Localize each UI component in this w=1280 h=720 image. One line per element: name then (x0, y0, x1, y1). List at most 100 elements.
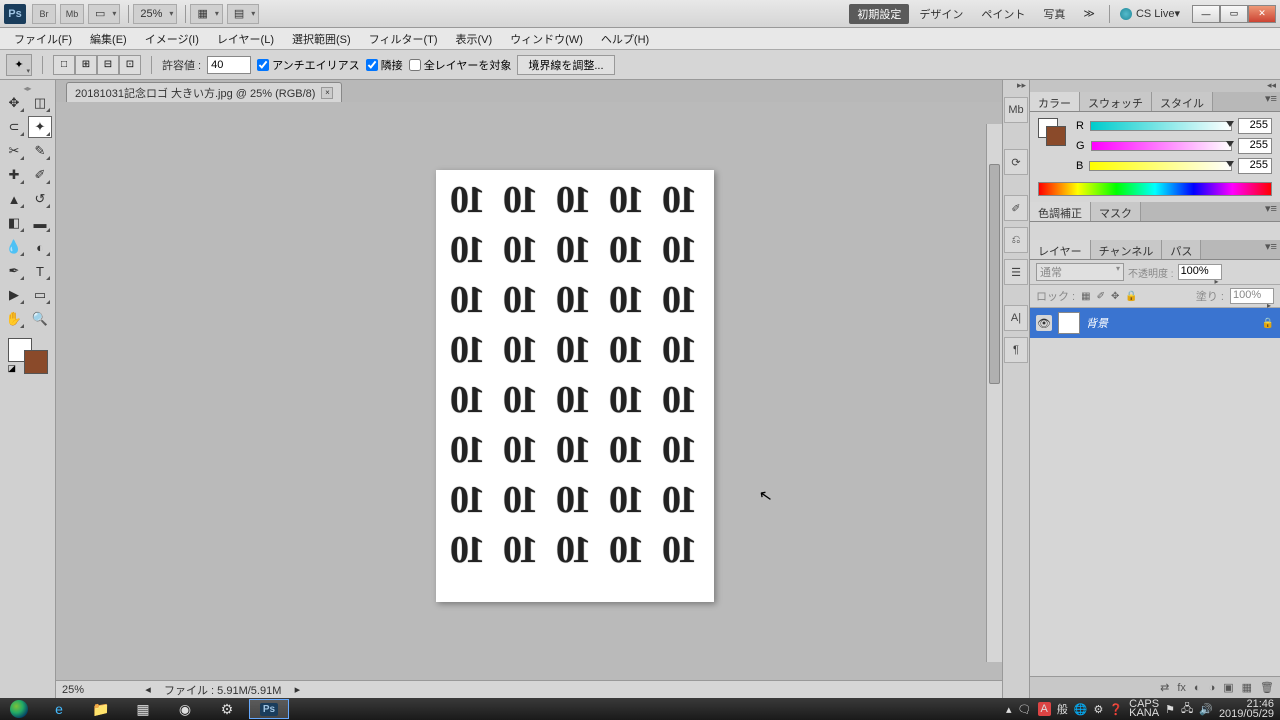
lock-pixels-icon[interactable]: ▦ (1081, 291, 1090, 302)
tab-styles[interactable]: スタイル (1152, 92, 1213, 111)
zoom-tool[interactable]: 🔍 (28, 308, 52, 330)
healing-tool[interactable]: ✚ (2, 164, 26, 186)
toolbox-grip[interactable]: ◂▸ (2, 84, 53, 92)
tab-swatches[interactable]: スウォッチ (1080, 92, 1152, 111)
minimize-button[interactable]: — (1192, 5, 1220, 23)
minibridge-panel-icon[interactable]: Mb (1004, 97, 1028, 123)
clone-panel-icon[interactable]: ⎌ (1004, 227, 1028, 253)
workspace-photo[interactable]: 写真 (1035, 4, 1073, 24)
r-slider[interactable] (1090, 121, 1232, 131)
history-brush-tool[interactable]: ↺ (28, 188, 52, 210)
tab-color[interactable]: カラー (1030, 92, 1080, 111)
brushpreset-panel-icon[interactable]: ☰ (1004, 259, 1028, 285)
close-button[interactable]: ✕ (1248, 5, 1276, 23)
maximize-button[interactable]: ▭ (1220, 5, 1248, 23)
tray-sound-icon[interactable]: 🔊 (1199, 703, 1213, 716)
selection-add[interactable]: ⊞ (75, 55, 97, 75)
tray-flag-icon[interactable]: ⚑ (1165, 703, 1175, 716)
menu-view[interactable]: 表示(V) (448, 28, 501, 50)
lasso-tool[interactable]: ⊂ (2, 116, 26, 138)
fill-input[interactable]: 100% (1230, 288, 1274, 304)
g-slider[interactable] (1091, 141, 1232, 151)
stamp-tool[interactable]: ▲ (2, 188, 26, 210)
menu-select[interactable]: 選択範囲(S) (284, 28, 359, 50)
all-layers-checkbox[interactable]: 全レイヤーを対象 (409, 57, 512, 73)
color-panel-menu-icon[interactable]: ▾≡ (1262, 92, 1280, 111)
visibility-icon[interactable]: 👁 (1036, 315, 1052, 331)
extras-dropdown[interactable]: ▤ (227, 4, 259, 24)
menu-edit[interactable]: 編集(E) (82, 28, 135, 50)
task-app2[interactable]: ⚙ (207, 699, 247, 719)
adjust-panel-menu-icon[interactable]: ▾≡ (1262, 202, 1280, 221)
dodge-tool[interactable]: ◐ (28, 236, 52, 258)
layers-panel-menu-icon[interactable]: ▾≡ (1262, 240, 1280, 259)
task-explorer[interactable]: 📁 (81, 699, 121, 719)
workspace-essentials[interactable]: 初期設定 (849, 4, 909, 24)
blur-tool[interactable]: 💧 (2, 236, 26, 258)
ime-caps[interactable]: CAPSKANA (1129, 700, 1159, 718)
vertical-scrollbar[interactable] (986, 124, 1002, 662)
layer-row[interactable]: 👁 背景 🔒 (1030, 308, 1280, 338)
menu-image[interactable]: イメージ(I) (137, 28, 207, 50)
tray-network-icon[interactable]: 🖧 (1181, 700, 1193, 719)
tab-paths[interactable]: パス (1162, 240, 1201, 259)
pen-tool[interactable]: ✒ (2, 260, 26, 282)
tray-chevron-icon[interactable]: ▴ (1006, 703, 1012, 716)
mask-icon[interactable]: ◐ (1194, 682, 1201, 694)
task-photoshop[interactable]: Ps (249, 699, 289, 719)
ime-icon3[interactable]: ❓ (1109, 703, 1123, 716)
b-slider[interactable] (1089, 161, 1232, 171)
current-tool-icon[interactable]: ✦ (6, 54, 32, 76)
ime-han[interactable]: 般 (1057, 701, 1068, 717)
start-button[interactable] (0, 698, 38, 720)
status-zoom[interactable]: 25% (62, 684, 132, 696)
paragraph-panel-icon[interactable]: ¶ (1004, 337, 1028, 363)
eraser-tool[interactable]: ◧ (2, 212, 26, 234)
selection-new[interactable]: □ (53, 55, 75, 75)
task-chrome[interactable]: ◉ (165, 699, 205, 719)
canvas[interactable]: 1010101010101010101010101010101010101010… (436, 170, 714, 602)
status-arrow-left[interactable]: ◂ (142, 683, 154, 696)
crop-tool[interactable]: ✂ (2, 140, 26, 162)
contiguous-checkbox[interactable]: 隣接 (366, 57, 403, 73)
gradient-tool[interactable]: ▬ (28, 212, 52, 234)
task-ie[interactable]: e (39, 699, 79, 719)
lock-position-icon[interactable]: ✥ (1111, 291, 1119, 302)
color-swatches[interactable]: ◪ (8, 338, 48, 374)
panel-collapse-icon[interactable]: ◂◂ (1030, 80, 1280, 92)
tray-bubble-icon[interactable]: 🗨 (1018, 703, 1032, 716)
group-icon[interactable]: ▣ (1223, 681, 1233, 694)
hand-tool[interactable]: ✋ (2, 308, 26, 330)
tab-channels[interactable]: チャンネル (1091, 240, 1163, 259)
workspace-design[interactable]: デザイン (911, 4, 971, 24)
shape-tool[interactable]: ▭ (28, 284, 52, 306)
arrange-dropdown[interactable]: ▦ (190, 4, 222, 24)
antialias-checkbox[interactable]: アンチエイリアス (257, 57, 360, 73)
minibridge-button[interactable]: Mb (60, 4, 84, 24)
panel-bg-swatch[interactable] (1046, 126, 1066, 146)
history-panel-icon[interactable]: ⟳ (1004, 149, 1028, 175)
expand-strip-icon[interactable]: ▸▸ (1003, 80, 1029, 94)
link-layers-icon[interactable]: ⇄ (1160, 681, 1169, 694)
tab-adjustments[interactable]: 色調補正 (1030, 202, 1091, 221)
menu-window[interactable]: ウィンドウ(W) (502, 28, 591, 50)
b-value[interactable]: 255 (1238, 158, 1272, 174)
opacity-input[interactable]: 100% (1178, 264, 1222, 280)
tab-masks[interactable]: マスク (1091, 202, 1141, 221)
g-value[interactable]: 255 (1238, 138, 1272, 154)
default-colors-icon[interactable]: ◪ (8, 363, 17, 374)
workspace-more[interactable]: ≫ (1075, 4, 1103, 24)
background-color[interactable] (24, 350, 48, 374)
ime-a-icon[interactable]: A (1038, 702, 1051, 716)
path-select-tool[interactable]: ▶ (2, 284, 26, 306)
brush-tool[interactable]: ✐ (28, 164, 52, 186)
adjustment-layer-icon[interactable]: ◑ (1209, 682, 1216, 694)
tray-clock[interactable]: 21:462019/05/29 (1219, 699, 1274, 719)
delete-layer-icon[interactable]: 🗑 (1260, 681, 1274, 694)
eyedropper-tool[interactable]: ✎ (28, 140, 52, 162)
blend-mode-dropdown[interactable]: 通常 (1036, 263, 1124, 281)
cs-live-button[interactable]: CS Live ▾ (1120, 7, 1180, 20)
tab-layers[interactable]: レイヤー (1030, 240, 1091, 259)
menu-layer[interactable]: レイヤー(L) (209, 28, 282, 50)
workspace-paint[interactable]: ペイント (973, 4, 1033, 24)
